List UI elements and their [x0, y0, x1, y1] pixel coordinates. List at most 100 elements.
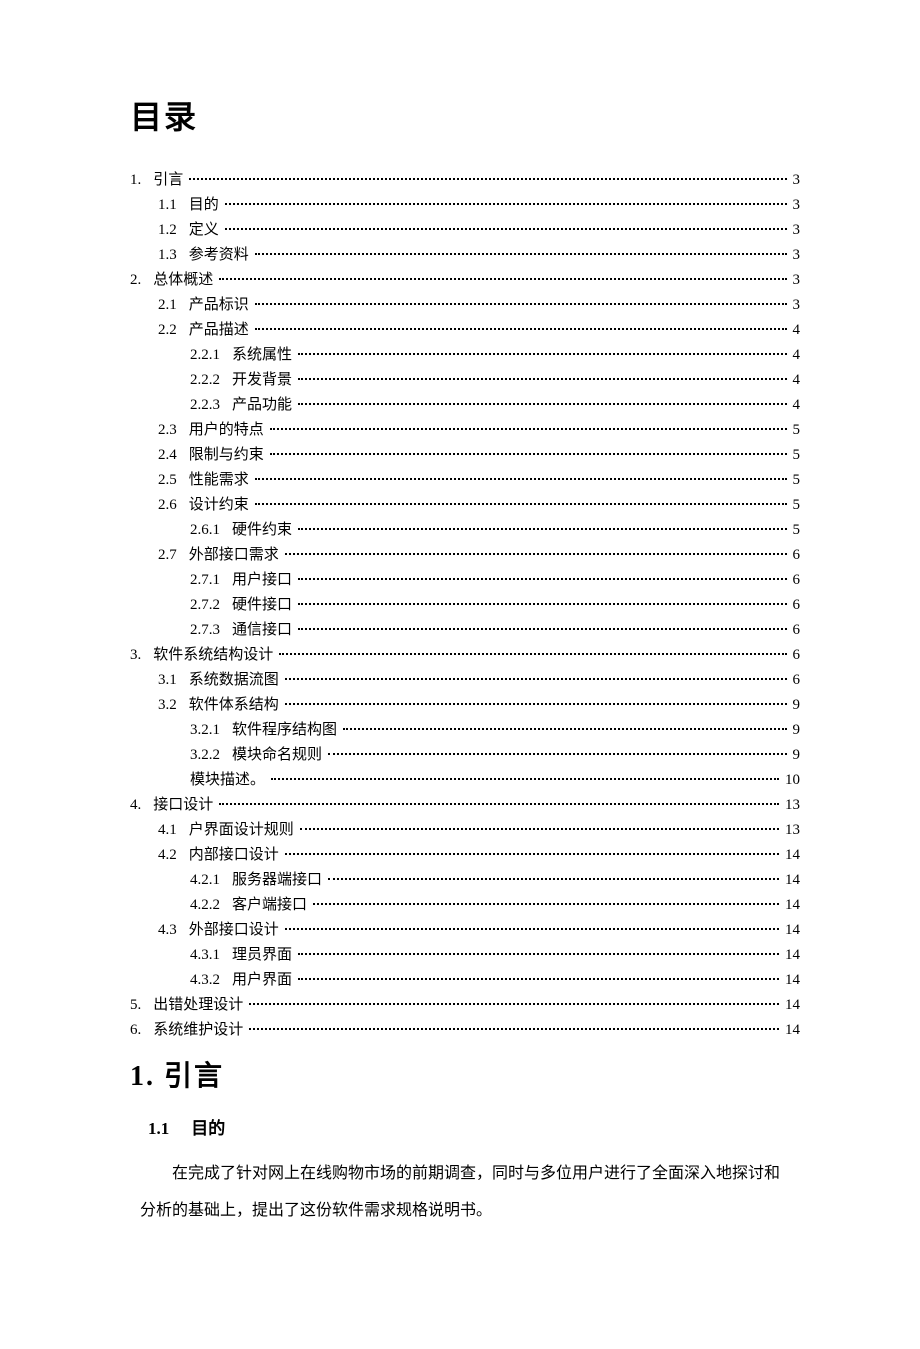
toc-entry-number: 1.2: [158, 218, 189, 243]
toc-entry-number: 4.: [130, 793, 153, 818]
toc-entry[interactable]: 1.3参考资料3: [130, 243, 800, 268]
toc-entry-number: 1.: [130, 168, 153, 193]
toc-entry-number: 2.7: [158, 543, 189, 568]
toc-entry[interactable]: 2.6.1硬件约束5: [130, 518, 800, 543]
toc-entry-label: 出错处理设计: [153, 993, 247, 1018]
section-1-1-num: 1.1: [148, 1119, 191, 1138]
toc-entry[interactable]: 4.2内部接口设计14: [130, 843, 800, 868]
toc-leader-dots: [279, 653, 786, 655]
toc-entry-number: 2.3: [158, 418, 189, 443]
toc-leader-dots: [313, 903, 779, 905]
toc-entry-number: 2.7.1: [190, 568, 232, 593]
toc-entry-label: 用户接口: [232, 568, 296, 593]
toc-entry-number: 2.2.3: [190, 393, 232, 418]
toc-entry-label: 产品描述: [189, 318, 253, 343]
toc-entry-page: 6: [789, 543, 801, 568]
toc-entry[interactable]: 3.2.1软件程序结构图9: [130, 718, 800, 743]
toc-entry-page: 4: [789, 393, 801, 418]
toc-entry-page: 9: [789, 693, 801, 718]
toc-entry[interactable]: 2.2.1系统属性4: [130, 343, 800, 368]
toc-leader-dots: [270, 428, 787, 430]
toc-leader-dots: [255, 253, 787, 255]
toc-entry-label: 外部接口设计: [189, 918, 283, 943]
toc-entry[interactable]: 模块描述。10: [130, 768, 800, 793]
toc-entry[interactable]: 2.5性能需求5: [130, 468, 800, 493]
toc-entry-number: 3.2: [158, 693, 189, 718]
toc-entry[interactable]: 2.2产品描述4: [130, 318, 800, 343]
toc-entry-label: 模块命名规则: [232, 743, 326, 768]
toc-entry[interactable]: 4.2.1服务器端接口14: [130, 868, 800, 893]
toc-entry-number: 2.2.2: [190, 368, 232, 393]
toc-entry-number: 5.: [130, 993, 153, 1018]
toc-entry[interactable]: 2.4限制与约束5: [130, 443, 800, 468]
toc-list: 1.引言31.1目的31.2定义31.3参考资料32.总体概述32.1产品标识3…: [130, 168, 800, 1043]
toc-leader-dots: [219, 278, 786, 280]
toc-entry-label: 用户的特点: [189, 418, 268, 443]
toc-entry[interactable]: 2.1产品标识3: [130, 293, 800, 318]
toc-entry-page: 14: [781, 943, 800, 968]
toc-entry[interactable]: 2.7外部接口需求6: [130, 543, 800, 568]
toc-entry[interactable]: 2.2.2开发背景4: [130, 368, 800, 393]
toc-entry-page: 6: [789, 618, 801, 643]
toc-entry-label: 产品功能: [232, 393, 296, 418]
toc-entry-label: 定义: [189, 218, 223, 243]
toc-entry[interactable]: 2.7.2硬件接口6: [130, 593, 800, 618]
toc-entry-number: 2.: [130, 268, 153, 293]
toc-entry[interactable]: 2.7.1用户接口 6: [130, 568, 800, 593]
toc-entry-number: 2.7.3: [190, 618, 232, 643]
toc-entry[interactable]: 2.总体概述3: [130, 268, 800, 293]
toc-entry[interactable]: 4.3外部接口设计14: [130, 918, 800, 943]
toc-leader-dots: [189, 178, 786, 180]
toc-entry-label: 系统数据流图: [189, 668, 283, 693]
toc-entry-label: 内部接口设计: [189, 843, 283, 868]
toc-entry[interactable]: 6.系统维护设计14: [130, 1018, 800, 1043]
toc-title: 目录: [130, 90, 800, 144]
toc-leader-dots: [298, 403, 786, 405]
toc-leader-dots: [298, 978, 779, 980]
toc-leader-dots: [298, 603, 786, 605]
toc-entry-number: 2.4: [158, 443, 189, 468]
toc-entry[interactable]: 2.3用户的特点5: [130, 418, 800, 443]
toc-entry[interactable]: 3.1系统数据流图6: [130, 668, 800, 693]
toc-entry[interactable]: 2.6设计约束5: [130, 493, 800, 518]
toc-entry[interactable]: 2.2.3产品功能 4: [130, 393, 800, 418]
toc-entry-label: 引言: [153, 168, 187, 193]
toc-entry-number: 4.3.1: [190, 943, 232, 968]
toc-entry-number: 3.: [130, 643, 153, 668]
toc-entry-number: 4.1: [158, 818, 189, 843]
toc-entry[interactable]: 4.2.2客户端接口14: [130, 893, 800, 918]
toc-entry[interactable]: 1.引言3: [130, 168, 800, 193]
toc-leader-dots: [298, 353, 786, 355]
toc-entry-number: 2.6: [158, 493, 189, 518]
toc-entry[interactable]: 1.2定义3: [130, 218, 800, 243]
toc-entry[interactable]: 3.软件系统结构设计6: [130, 643, 800, 668]
toc-entry-page: 6: [789, 568, 801, 593]
toc-entry[interactable]: 4.3.2用户界面14: [130, 968, 800, 993]
toc-entry[interactable]: 2.7.3通信接口6: [130, 618, 800, 643]
toc-entry-page: 10: [781, 768, 800, 793]
toc-leader-dots: [285, 853, 779, 855]
toc-entry[interactable]: 4.3.1理员界面 14: [130, 943, 800, 968]
toc-entry[interactable]: 4.接口设计13: [130, 793, 800, 818]
toc-entry-label: 系统维护设计: [153, 1018, 247, 1043]
toc-entry-number: 3.1: [158, 668, 189, 693]
toc-entry-page: 5: [789, 468, 801, 493]
toc-entry[interactable]: 1.1目的3: [130, 193, 800, 218]
toc-entry[interactable]: 5.出错处理设计14: [130, 993, 800, 1018]
toc-leader-dots: [343, 728, 786, 730]
toc-leader-dots: [225, 203, 787, 205]
toc-entry-page: 5: [789, 493, 801, 518]
toc-entry-page: 5: [789, 518, 801, 543]
toc-entry-label: 户界面设计规则: [189, 818, 298, 843]
toc-leader-dots: [298, 578, 786, 580]
toc-entry[interactable]: 3.2.2模块命名规则9: [130, 743, 800, 768]
toc-entry-page: 14: [781, 1018, 800, 1043]
toc-entry[interactable]: 3.2软件体系结构9: [130, 693, 800, 718]
toc-entry-label: 理员界面: [232, 943, 296, 968]
toc-entry[interactable]: 4.1户界面设计规则13: [130, 818, 800, 843]
toc-entry-number: 2.6.1: [190, 518, 232, 543]
toc-leader-dots: [285, 928, 779, 930]
toc-entry-label: 参考资料: [189, 243, 253, 268]
toc-leader-dots: [328, 753, 786, 755]
toc-leader-dots: [255, 478, 787, 480]
